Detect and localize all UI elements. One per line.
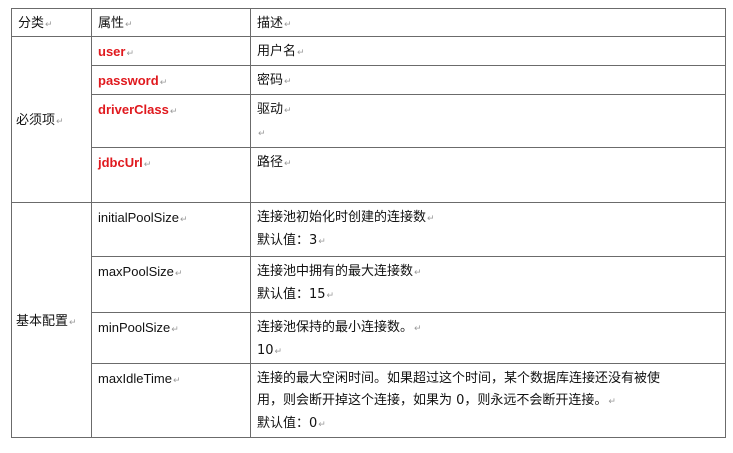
paragraph-mark: ↵ bbox=[284, 106, 292, 116]
description-minpoolsize: 连接池保持的最小连接数。 bbox=[257, 320, 414, 335]
paragraph-mark: ↵ bbox=[169, 107, 178, 117]
table-row: maxIdleTime↵ 连接的最大空闲时间。如果超过这个时间，某个数据库连接还… bbox=[12, 363, 726, 438]
default-initialpoolsize: 默认值：3 bbox=[257, 233, 318, 248]
paragraph-mark: ↵ bbox=[126, 49, 135, 59]
default-maxidletime: 默认值：0 bbox=[257, 416, 318, 431]
paragraph-mark: ↵ bbox=[318, 237, 326, 247]
header-category-text: 分类 bbox=[18, 16, 45, 31]
paragraph-mark: ↵ bbox=[45, 20, 53, 30]
header-property-text: 属性 bbox=[98, 16, 125, 31]
group-basic-cell: 基本配置↵ bbox=[11, 202, 92, 438]
description-cell: 连接池中拥有的最大连接数↵ 默认值：15↵ bbox=[250, 256, 726, 313]
group-required-label: 必须项 bbox=[16, 113, 56, 128]
header-property: 属性↵ bbox=[91, 8, 251, 37]
paragraph-mark: ↵ bbox=[326, 291, 335, 301]
paragraph-mark: ↵ bbox=[608, 397, 616, 407]
description-cell: 密码↵ bbox=[250, 65, 726, 95]
table-row: minPoolSize↵ 连接池保持的最小连接数。↵ 10↵ bbox=[12, 312, 726, 364]
table-header-row: 分类↵ 属性↵ 描述↵ bbox=[11, 8, 726, 37]
property-cell: password↵ bbox=[91, 65, 251, 95]
property-cell: user↵ bbox=[91, 36, 251, 66]
property-cell: minPoolSize↵ bbox=[91, 312, 251, 364]
description-maxidletime-line2: 用，则会断开掉这个连接，如果为 0，则永远不会断开连接。 bbox=[257, 393, 608, 408]
property-driverclass: driverClass bbox=[98, 102, 169, 117]
table-row: 必须项↵ user↵ 用户名↵ bbox=[11, 36, 726, 203]
description-cell: 驱动↵ ↵ bbox=[250, 94, 726, 148]
property-maxpoolsize: maxPoolSize bbox=[98, 264, 174, 279]
description-cell: 连接池初始化时创建的连接数↵ 默认值：3↵ bbox=[250, 202, 726, 257]
paragraph-mark: ↵ bbox=[284, 159, 292, 169]
group-basic-label: 基本配置 bbox=[16, 313, 69, 329]
header-description: 描述↵ bbox=[250, 8, 726, 37]
c3p0-config-table: 分类↵ 属性↵ 描述↵ 必须项↵ user↵ 用户名↵ password↵ 密码… bbox=[11, 8, 726, 438]
property-cell: maxIdleTime↵ bbox=[91, 363, 251, 438]
paragraph-mark: ↵ bbox=[414, 324, 422, 334]
paragraph-mark: ↵ bbox=[56, 117, 64, 127]
group-required-cell: 必须项↵ bbox=[11, 36, 92, 203]
header-category: 分类↵ bbox=[11, 8, 92, 37]
property-cell: jdbcUrl↵ bbox=[91, 147, 251, 203]
property-cell: maxPoolSize↵ bbox=[91, 256, 251, 313]
description-cell: 连接池保持的最小连接数。↵ 10↵ bbox=[250, 312, 726, 364]
paragraph-mark: ↵ bbox=[179, 215, 188, 225]
paragraph-mark: ↵ bbox=[274, 347, 283, 357]
table-row: maxPoolSize↵ 连接池中拥有的最大连接数↵ 默认值：15↵ bbox=[12, 256, 726, 313]
description-user: 用户名 bbox=[257, 44, 297, 59]
paragraph-mark: ↵ bbox=[69, 317, 77, 328]
property-cell: driverClass↵ bbox=[91, 94, 251, 148]
table-row: password↵ 密码↵ bbox=[12, 65, 726, 95]
description-maxidletime-line1: 连接的最大空闲时间。如果超过这个时间，某个数据库连接还没有被使 bbox=[257, 371, 661, 386]
paragraph-mark: ↵ bbox=[125, 20, 133, 30]
table-row: 基本配置↵ initialPoolSize↵ 连接池初始化时创建的连接数↵ 默认值… bbox=[11, 202, 726, 438]
property-initialpoolsize: initialPoolSize bbox=[98, 210, 179, 225]
description-cell: 用户名↵ bbox=[250, 36, 726, 66]
description-maxpoolsize: 连接池中拥有的最大连接数 bbox=[257, 264, 414, 279]
paragraph-mark: ↵ bbox=[174, 269, 183, 279]
description-password: 密码 bbox=[257, 73, 284, 88]
property-maxidletime: maxIdleTime bbox=[98, 371, 172, 386]
default-maxpoolsize: 默认值：15 bbox=[257, 287, 326, 302]
paragraph-mark: ↵ bbox=[414, 268, 422, 278]
paragraph-mark: ↵ bbox=[318, 420, 326, 430]
property-cell: initialPoolSize↵ bbox=[91, 202, 251, 257]
description-cell: 连接的最大空闲时间。如果超过这个时间，某个数据库连接还没有被使 用，则会断开掉这个… bbox=[250, 363, 726, 438]
default-minpoolsize: 10 bbox=[257, 343, 274, 358]
header-description-text: 描述 bbox=[257, 16, 284, 31]
property-minpoolsize: minPoolSize bbox=[98, 320, 171, 335]
paragraph-mark: ↵ bbox=[171, 325, 179, 335]
description-driverclass: 驱动 bbox=[257, 102, 284, 117]
property-password: password bbox=[98, 73, 159, 88]
paragraph-mark: ↵ bbox=[427, 214, 435, 224]
paragraph-mark: ↵ bbox=[284, 20, 292, 30]
paragraph-mark: ↵ bbox=[258, 129, 266, 139]
description-jdbcurl: 路径 bbox=[257, 155, 284, 170]
table-row: driverClass↵ 驱动↵ ↵ bbox=[12, 94, 726, 148]
property-jdbcurl: jdbcUrl bbox=[98, 155, 143, 170]
paragraph-mark: ↵ bbox=[159, 78, 168, 88]
description-initialpoolsize: 连接池初始化时创建的连接数 bbox=[257, 210, 427, 225]
paragraph-mark: ↵ bbox=[284, 77, 292, 87]
property-user: user bbox=[98, 44, 126, 59]
paragraph-mark: ↵ bbox=[297, 48, 305, 58]
table-row: jdbcUrl↵ 路径↵ bbox=[12, 147, 726, 203]
paragraph-mark: ↵ bbox=[143, 160, 152, 170]
paragraph-mark: ↵ bbox=[172, 376, 181, 386]
description-cell: 路径↵ bbox=[250, 147, 726, 203]
